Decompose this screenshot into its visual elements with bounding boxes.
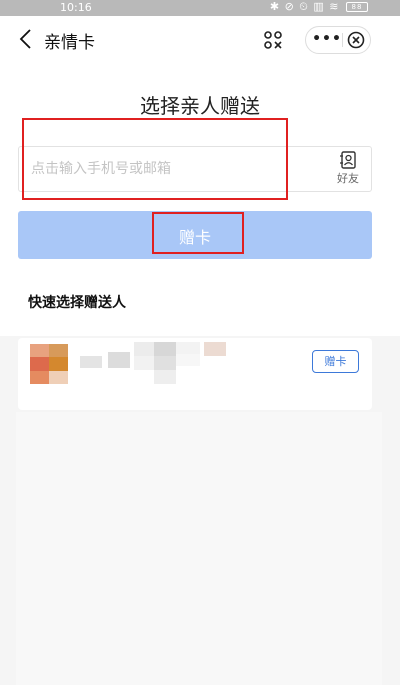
status-time: 10:16 xyxy=(60,1,92,14)
gift-card-button[interactable]: 赠卡 xyxy=(18,211,372,259)
recipient-input-row: 好友 xyxy=(18,146,372,192)
status-icons: ✱ ⊘ ⏲ ▥ ≋ 88 xyxy=(270,0,368,14)
section-heading: 选择亲人赠送 xyxy=(140,94,260,118)
back-arrow-icon[interactable] xyxy=(14,26,40,52)
more-menu-button[interactable]: ••• xyxy=(312,27,342,53)
status-indicator-icons: ✱ ⊘ ⏲ ▥ ≋ xyxy=(269,0,340,13)
empty-content-area xyxy=(16,412,382,685)
page-title: 亲情卡 xyxy=(44,33,95,53)
quick-select-title: 快速选择赠送人 xyxy=(28,295,126,311)
scan-icon[interactable] xyxy=(263,30,283,50)
contact-book-icon xyxy=(340,151,356,169)
contact-gift-button[interactable]: 赠卡 xyxy=(312,350,359,373)
contact-list-item[interactable]: 赠卡 xyxy=(18,338,372,410)
mini-program-capsule: ••• xyxy=(305,26,371,54)
phone-email-input[interactable] xyxy=(31,147,321,191)
close-icon[interactable] xyxy=(346,30,366,50)
avatar xyxy=(30,344,68,384)
select-friend-button[interactable]: 好友 xyxy=(335,151,361,189)
capsule-divider xyxy=(342,33,343,47)
friend-label: 好友 xyxy=(337,172,359,185)
status-bar: 10:16 ✱ ⊘ ⏲ ▥ ≋ 88 xyxy=(0,0,400,16)
battery-icon: 88 xyxy=(346,2,368,12)
contact-name-pixelated xyxy=(80,342,230,386)
gift-card-button-label: 赠卡 xyxy=(178,230,211,247)
